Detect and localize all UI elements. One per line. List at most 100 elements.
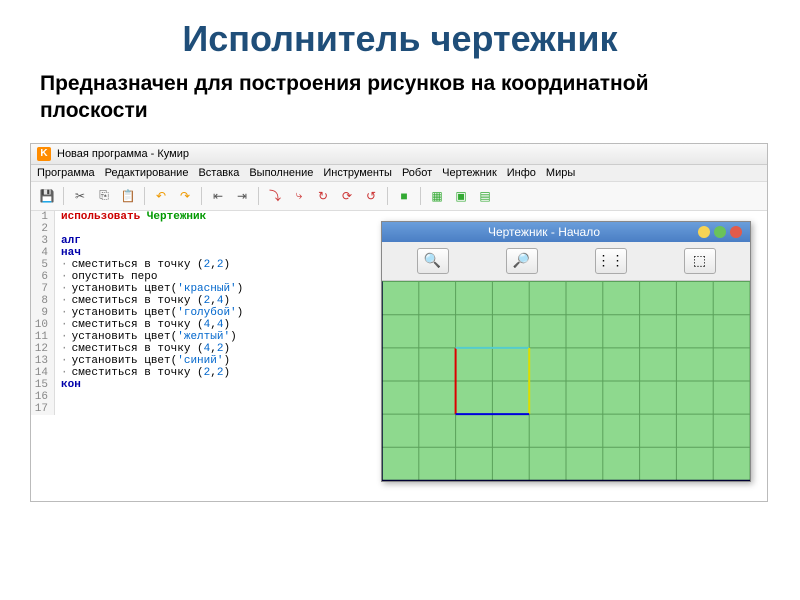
fit-button[interactable]: ⬚ (684, 248, 716, 274)
line-content[interactable]: ·сместиться в точку (2,2) (55, 259, 361, 271)
code-line[interactable]: 1использовать Чертежник (31, 211, 361, 223)
code-line[interactable]: 8·сместиться в точку (2,4) (31, 295, 361, 307)
code-line[interactable]: 6·опустить перо (31, 271, 361, 283)
step-into-icon[interactable]: ⤵ (265, 186, 285, 206)
paste-icon[interactable]: 📋 (118, 186, 138, 206)
app-icon: K (37, 147, 51, 161)
canvas-titlebar: Чертежник - Начало (382, 222, 750, 242)
line-content[interactable]: использовать Чертежник (55, 211, 361, 223)
line-content[interactable]: алг (55, 235, 361, 247)
code-line[interactable]: 3алг (31, 235, 361, 247)
code-line[interactable]: 5·сместиться в точку (2,2) (31, 259, 361, 271)
menu-draftsman[interactable]: Чертежник (442, 167, 497, 179)
run-icon[interactable]: ↻ (313, 186, 333, 206)
close-icon[interactable] (730, 226, 742, 238)
line-number: 7 (31, 283, 55, 295)
reset-icon[interactable]: ■ (394, 186, 414, 206)
code-line[interactable]: 2 (31, 223, 361, 235)
code-line[interactable]: 17 (31, 403, 361, 415)
code-line[interactable]: 13·установить цвет('синий') (31, 355, 361, 367)
canvas-window: Чертежник - Начало 🔍 🔎 ⋮⋮ ⬚ (381, 221, 751, 482)
line-number: 9 (31, 307, 55, 319)
line-number: 12 (31, 343, 55, 355)
menubar: Программа Редактирование Вставка Выполне… (31, 165, 767, 182)
line-number: 11 (31, 331, 55, 343)
line-number: 2 (31, 223, 55, 235)
code-line[interactable]: 10·сместиться в точку (4,4) (31, 319, 361, 331)
toolbar: 💾 ✂ ⎘ 📋 ↶ ↷ ⇤ ⇥ ⤵ ⤷ ↻ ⟳ ↺ ■ ▦ ▣ ▤ (31, 182, 767, 211)
line-number: 10 (31, 319, 55, 331)
cut-icon[interactable]: ✂ (70, 186, 90, 206)
line-content[interactable] (55, 391, 361, 403)
line-number: 13 (31, 355, 55, 367)
line-content[interactable]: ·установить цвет('желтый') (55, 331, 361, 343)
menu-info[interactable]: Инфо (507, 167, 536, 179)
line-content[interactable]: ·сместиться в точку (2,2) (55, 367, 361, 379)
menu-worlds[interactable]: Миры (546, 167, 575, 179)
zoom-in-button[interactable]: 🔍 (417, 248, 449, 274)
menu-edit[interactable]: Редактирование (105, 167, 189, 179)
canvas-area[interactable] (382, 281, 750, 481)
grid-toggle-button[interactable]: ⋮⋮ (595, 248, 627, 274)
menu-insert[interactable]: Вставка (198, 167, 239, 179)
line-number: 8 (31, 295, 55, 307)
minimize-icon[interactable] (698, 226, 710, 238)
line-content[interactable]: кон (55, 379, 361, 391)
line-number: 14 (31, 367, 55, 379)
code-line[interactable]: 11·установить цвет('желтый') (31, 331, 361, 343)
stop-icon[interactable]: ↺ (361, 186, 381, 206)
line-content[interactable] (55, 223, 361, 235)
code-line[interactable]: 16 (31, 391, 361, 403)
line-content[interactable]: ·установить цвет('голубой') (55, 307, 361, 319)
slide-title: Исполнитель чертежник (0, 0, 800, 70)
code-line[interactable]: 7·установить цвет('красный') (31, 283, 361, 295)
code-line[interactable]: 14·сместиться в точку (2,2) (31, 367, 361, 379)
line-content[interactable]: ·установить цвет('синий') (55, 355, 361, 367)
separator (387, 187, 388, 205)
menu-program[interactable]: Программа (37, 167, 95, 179)
app-window: K Новая программа - Кумир Программа Реда… (30, 143, 768, 502)
canvas-toolbar: 🔍 🔎 ⋮⋮ ⬚ (382, 242, 750, 281)
outdent-icon[interactable]: ⇥ (232, 186, 252, 206)
zoom-out-button[interactable]: 🔎 (506, 248, 538, 274)
menu-robot[interactable]: Робот (402, 167, 432, 179)
line-number: 1 (31, 211, 55, 223)
undo-icon[interactable]: ↶ (151, 186, 171, 206)
code-editor[interactable]: 1использовать Чертежник23алг4нач5·смести… (31, 211, 361, 501)
line-number: 4 (31, 247, 55, 259)
step-over-icon[interactable]: ⤷ (289, 186, 309, 206)
grid2-icon[interactable]: ▣ (451, 186, 471, 206)
code-line[interactable]: 9·установить цвет('голубой') (31, 307, 361, 319)
line-number: 15 (31, 379, 55, 391)
grid1-icon[interactable]: ▦ (427, 186, 447, 206)
canvas-title: Чертежник - Начало (390, 225, 698, 239)
separator (420, 187, 421, 205)
slide-subtitle: Предназначен для построения рисунков на … (0, 70, 800, 143)
line-number: 5 (31, 259, 55, 271)
code-line[interactable]: 12·сместиться в точку (4,2) (31, 343, 361, 355)
menu-run[interactable]: Выполнение (249, 167, 313, 179)
maximize-icon[interactable] (714, 226, 726, 238)
save-icon[interactable]: 💾 (37, 186, 57, 206)
code-line[interactable]: 4нач (31, 247, 361, 259)
line-number: 6 (31, 271, 55, 283)
line-content[interactable]: ·сместиться в точку (4,4) (55, 319, 361, 331)
copy-icon[interactable]: ⎘ (94, 186, 114, 206)
line-content[interactable]: ·сместиться в точку (4,2) (55, 343, 361, 355)
line-content[interactable]: ·сместиться в точку (2,4) (55, 295, 361, 307)
line-content[interactable]: ·установить цвет('красный') (55, 283, 361, 295)
indent-icon[interactable]: ⇤ (208, 186, 228, 206)
menu-tools[interactable]: Инструменты (323, 167, 392, 179)
line-content[interactable] (55, 403, 361, 415)
run-fast-icon[interactable]: ⟳ (337, 186, 357, 206)
main-area: 1использовать Чертежник23алг4нач5·смести… (31, 211, 767, 501)
line-number: 17 (31, 403, 55, 415)
grid3-icon[interactable]: ▤ (475, 186, 495, 206)
redo-icon[interactable]: ↷ (175, 186, 195, 206)
code-line[interactable]: 15кон (31, 379, 361, 391)
line-content[interactable]: ·опустить перо (55, 271, 361, 283)
line-content[interactable]: нач (55, 247, 361, 259)
window-title: Новая программа - Кумир (57, 148, 189, 160)
line-number: 3 (31, 235, 55, 247)
titlebar: K Новая программа - Кумир (31, 144, 767, 165)
